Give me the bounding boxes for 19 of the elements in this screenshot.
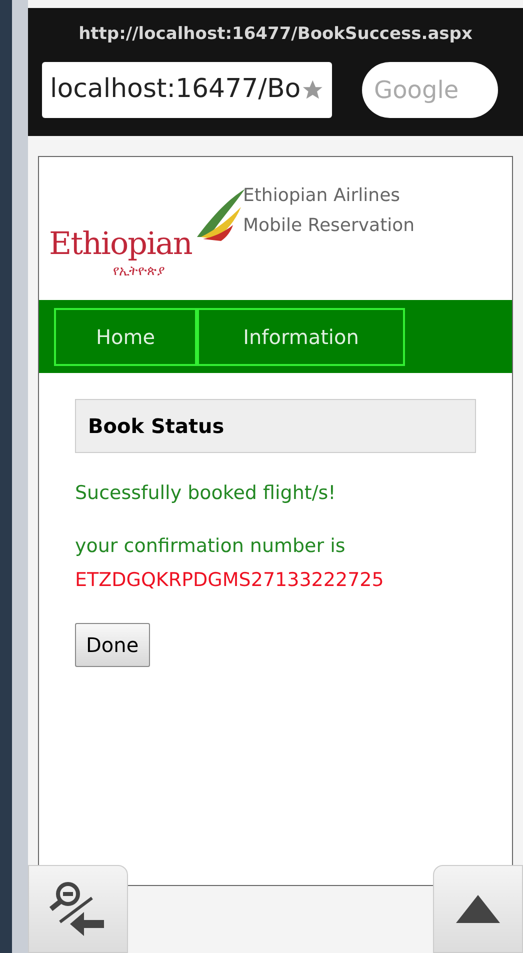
confirmation-label: your confirmation number is <box>75 534 346 558</box>
panel-header: Book Status <box>75 399 476 453</box>
address-text: localhost:16477/Bo <box>50 73 301 106</box>
confirmation-number: ETZDGQKRPDGMS27133222725 <box>75 568 385 593</box>
nav-link[interactable]: Information <box>197 308 405 366</box>
header-title: Ethiopian Airlines <box>243 184 402 208</box>
success-message: Sucessfully booked flight/s! <box>75 481 337 506</box>
up-triangle-icon <box>456 895 500 923</box>
search-field[interactable]: Google <box>362 62 498 118</box>
nav-link[interactable]: Home <box>54 308 197 366</box>
done-button[interactable]: Done <box>75 622 150 666</box>
header-subtitle: Mobile Reservation <box>243 214 415 238</box>
page-url-title: http://localhost:16477/BookSuccess.aspx <box>78 23 474 46</box>
scroll-up-button[interactable] <box>433 865 523 953</box>
search-placeholder: Google <box>374 74 459 106</box>
logo-wordmark: Ethiopian <box>49 229 193 260</box>
zoom-out-back-button[interactable] <box>28 865 128 953</box>
logo-script: የኢትዮጵያ <box>113 263 166 281</box>
address-field[interactable]: localhost:16477/Bo <box>42 62 332 118</box>
